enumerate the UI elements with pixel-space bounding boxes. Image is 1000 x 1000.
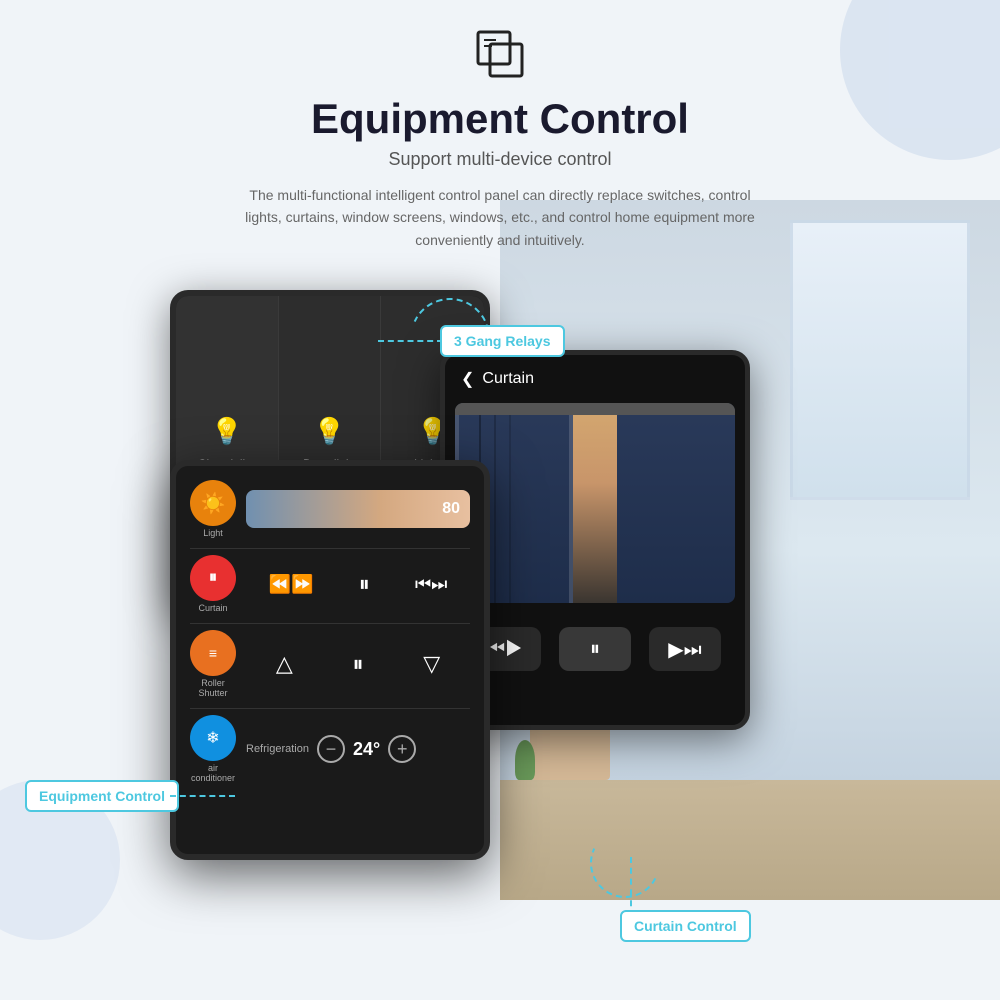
light-row-wrapper: ☀️ Light 80 <box>190 480 470 538</box>
curtain-row-label: Curtain <box>198 603 227 613</box>
curtain-right-panel <box>617 403 735 603</box>
three-gang-label: 3 Gang Relays <box>440 325 565 357</box>
header-icon <box>0 30 1000 85</box>
light-value: 80 <box>442 500 460 518</box>
ac-row: ❄ air conditioner Refrigeration − 24° + <box>190 715 470 783</box>
shutter-icon-col: ≡ Roller Shutter <box>190 630 236 698</box>
page-title: Equipment Control <box>0 95 1000 143</box>
light-slider[interactable]: 80 <box>246 490 470 528</box>
ac-temperature: 24° <box>353 739 380 760</box>
ac-row-wrapper: ❄ air conditioner Refrigeration − 24° + <box>190 715 470 783</box>
separator-1 <box>190 548 470 549</box>
curtain-close-button[interactable]: ▶⏭ <box>649 627 721 671</box>
shutter-up-btn[interactable]: △ <box>276 651 293 677</box>
ac-icon-col: ❄ air conditioner <box>190 715 236 783</box>
light-row: ☀️ Light 80 <box>190 480 470 538</box>
ac-mode-label: Refrigeration <box>246 743 309 755</box>
dashed-line-equipment <box>170 795 235 797</box>
shutter-stop-btn[interactable]: ⏸ <box>352 651 363 677</box>
separator-2 <box>190 623 470 624</box>
dashed-line-3gang <box>378 340 443 342</box>
curtain-row-wrapper: ⏸ Curtain ⏪⏩ ⏸ ⏮⏭ <box>190 555 470 613</box>
header: Equipment Control Support multi-device c… <box>0 0 1000 251</box>
curtain-row-close-btn[interactable]: ⏮⏭ <box>415 574 447 595</box>
curtain-pause-icon: ⏸ <box>590 638 600 661</box>
curtain-row-controls: ⏪⏩ ⏸ ⏮⏭ <box>246 571 470 597</box>
equipment-control-label: Equipment Control <box>25 780 179 812</box>
ac-icon: ❄ <box>190 715 236 761</box>
curtain-rod <box>455 403 735 415</box>
curtain-visual <box>455 403 735 603</box>
shutter-row-wrapper: ≡ Roller Shutter △ ⏸ ▽ <box>190 630 470 698</box>
curtain-close-icon: ▶⏭ <box>668 637 701 662</box>
curtain-row-icon: ⏸ <box>190 555 236 601</box>
downlight-icon: 💡 <box>313 416 345 447</box>
ac-minus-button[interactable]: − <box>317 735 345 763</box>
shutter-controls: △ ⏸ ▽ <box>246 651 470 677</box>
curtain-panel-title: Curtain <box>482 370 534 388</box>
shutter-down-btn[interactable]: ▽ <box>423 651 440 677</box>
dashed-line-curtain <box>630 857 632 917</box>
shutter-row: ≡ Roller Shutter △ ⏸ ▽ <box>190 630 470 698</box>
devices-area: 💡 Chandelier 💡 Downlight 💡 Light S 3 Gan… <box>0 270 1000 1000</box>
chandelier-icon: 💡 <box>211 416 243 447</box>
shutter-row-label: Roller Shutter <box>190 678 236 698</box>
curtain-panel-header: ❮ Curtain <box>445 355 745 403</box>
curtain-row-pause-btn[interactable]: ⏸ <box>359 571 370 597</box>
curtain-row-open-btn[interactable]: ⏪⏩ <box>269 574 314 595</box>
light-icon-col: ☀️ Light <box>190 480 236 538</box>
page-description: The multi-functional intelligent control… <box>240 184 760 251</box>
ac-icon-label: air conditioner <box>190 763 236 783</box>
shutter-icon: ≡ <box>190 630 236 676</box>
curtain-pause-button[interactable]: ⏸ <box>559 627 631 671</box>
ac-plus-button[interactable]: + <box>388 735 416 763</box>
curtain-control-label: Curtain Control <box>620 910 751 942</box>
page-subtitle: Support multi-device control <box>0 149 1000 170</box>
curtain-panel-controls: ⏮▶ ⏸ ▶⏭ <box>445 627 745 671</box>
ac-controls: Refrigeration − 24° + <box>246 735 470 763</box>
curtain-icon-col: ⏸ Curtain <box>190 555 236 613</box>
separator-3 <box>190 708 470 709</box>
light-icon: ☀️ <box>190 480 236 526</box>
curtain-window-light <box>573 403 618 603</box>
equipment-panel-device: ☀️ Light 80 ⏸ Curtain ⏪⏩ ⏸ ⏮⏭ <box>170 460 490 860</box>
dashed-arc-curtain <box>580 818 670 908</box>
curtain-row: ⏸ Curtain ⏪⏩ ⏸ ⏮⏭ <box>190 555 470 613</box>
curtain-open-icon: ⏮▶ <box>487 638 523 661</box>
light-icon-label: Light <box>203 528 223 538</box>
